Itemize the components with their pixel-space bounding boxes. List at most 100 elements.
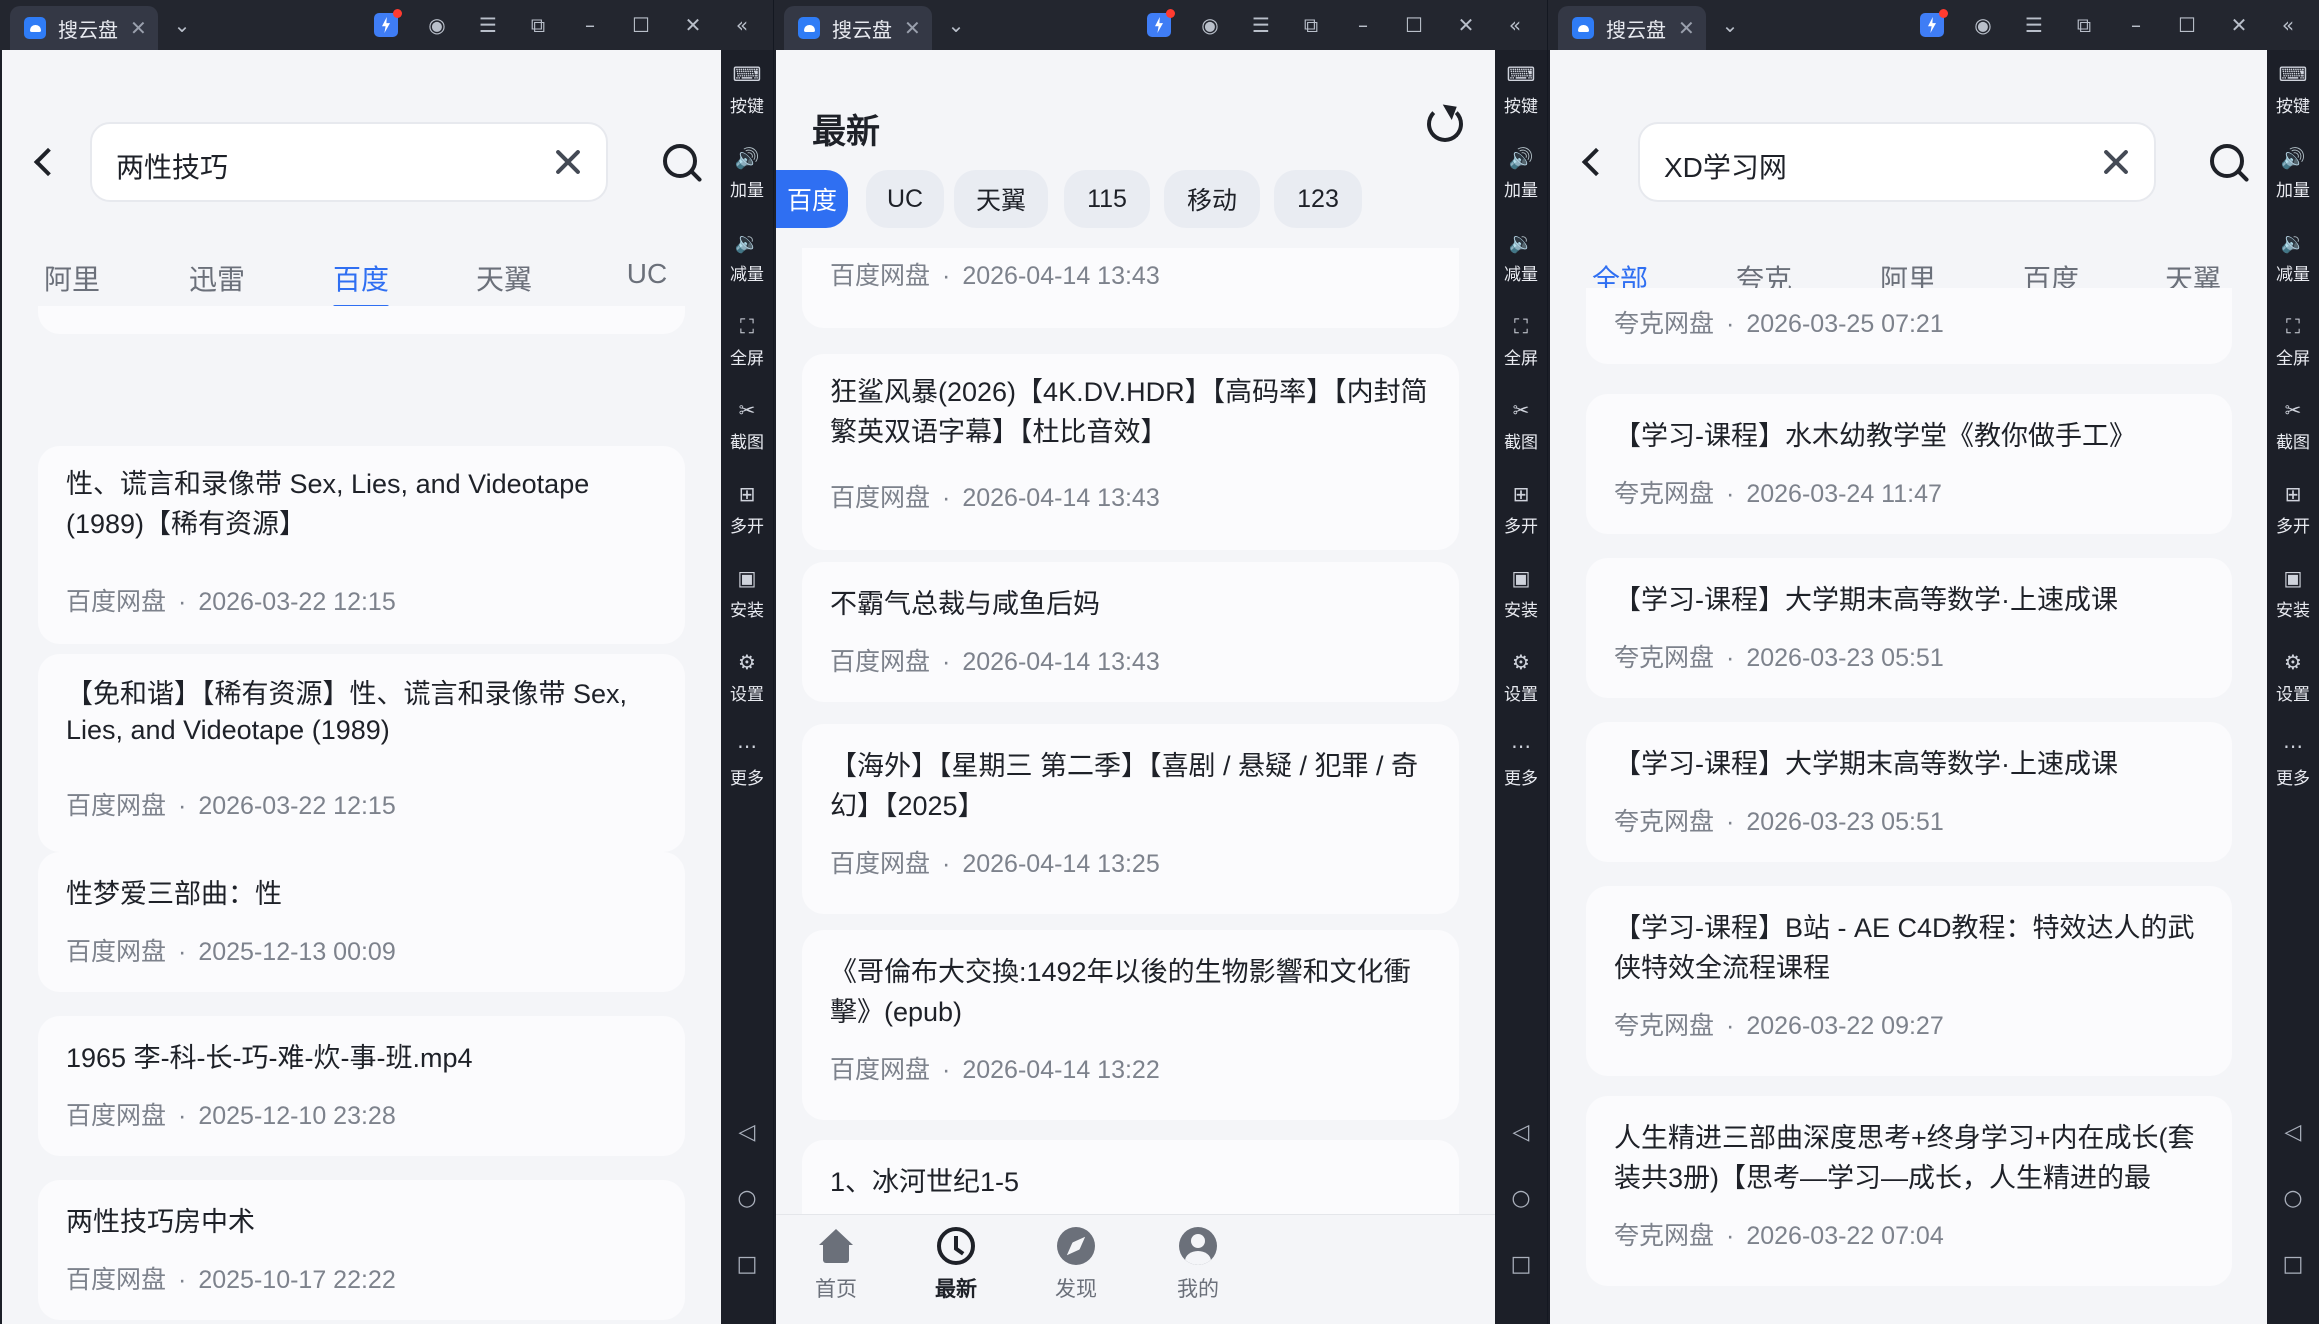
list-item[interactable]: 【学习-课程】B站 - AE C4D教程：特效达人的武侠特效全流程课程 夸克网盘… (1586, 886, 2232, 1076)
collapse-rail-icon[interactable]: « (1501, 11, 1529, 39)
app-tab[interactable]: 搜云盘 ✕ (784, 6, 932, 50)
float-window-icon[interactable]: ⧉ (524, 11, 552, 39)
rail-multi-open[interactable]: ⊞ 多开 (1495, 482, 1547, 537)
bolt-icon[interactable] (374, 9, 402, 37)
nav-back-icon[interactable]: ◁ (721, 1120, 773, 1145)
list-item[interactable]: 狂鲨风暴(2026)【4K.DV.HDR】【高码率】【内封简繁英双语字幕】【杜比… (802, 354, 1459, 550)
rail-install[interactable]: ▣ 安装 (1495, 566, 1547, 621)
nav-recents-icon[interactable]: □ (721, 1252, 773, 1277)
chip-baidu[interactable]: 百度 (776, 170, 848, 228)
tab-baidu[interactable]: 百度 (332, 258, 390, 309)
tab-close-icon[interactable]: ✕ (1678, 16, 1695, 40)
back-button[interactable] (1572, 142, 1612, 182)
refresh-icon[interactable] (1427, 106, 1463, 142)
menu-icon[interactable]: ☰ (1247, 11, 1275, 39)
list-item[interactable]: 夸克网盘 · 2026-03-25 07:21 (1586, 288, 2232, 364)
nav-back-icon[interactable]: ◁ (1495, 1120, 1547, 1145)
minimize-icon[interactable]: – (576, 11, 604, 39)
rail-keys[interactable]: ⌨ 按键 (721, 62, 773, 117)
bolt-icon[interactable] (1147, 9, 1175, 37)
rail-screenshot[interactable]: ✂ 截图 (1495, 398, 1547, 453)
nav-recents-icon[interactable]: □ (2267, 1252, 2319, 1277)
search-icon[interactable] (2206, 140, 2250, 184)
app-tab[interactable]: 搜云盘 ✕ (1558, 6, 1706, 50)
list-item[interactable]: 【学习-课程】大学期末高等数学·上速成课 夸克网盘 · 2026-03-23 05:… (1586, 558, 2232, 698)
list-item-partial[interactable] (38, 306, 685, 334)
app-tab[interactable]: 搜云盘 ✕ (10, 6, 158, 50)
rail-more[interactable]: ⋯ 更多 (2267, 734, 2319, 789)
rail-settings[interactable]: ⚙ 设置 (1495, 650, 1547, 705)
account-icon[interactable]: ◉ (1196, 11, 1224, 39)
chevron-down-icon[interactable]: ⌄ (942, 11, 970, 39)
chip-uc[interactable]: UC (866, 170, 944, 228)
maximize-icon[interactable]: ☐ (627, 11, 655, 39)
list-item[interactable]: 1965 李-科-长-巧-难-炊-事-班.mp4 百度网盘 · 2025-12-10… (38, 1016, 685, 1156)
account-icon[interactable]: ◉ (1969, 11, 1997, 39)
rail-multi-open[interactable]: ⊞ 多开 (721, 482, 773, 537)
nav-latest[interactable]: 最新 (896, 1227, 1016, 1303)
maximize-icon[interactable]: ☐ (1400, 11, 1428, 39)
search-icon[interactable] (659, 140, 703, 184)
minimize-icon[interactable]: – (1349, 11, 1377, 39)
rail-volume-down[interactable]: 🔉 减量 (721, 230, 773, 285)
rail-multi-open[interactable]: ⊞ 多开 (2267, 482, 2319, 537)
nav-home-icon[interactable]: ○ (1495, 1186, 1547, 1211)
nav-home-icon[interactable]: ○ (721, 1186, 773, 1211)
rail-volume-up[interactable]: 🔊 加量 (2267, 146, 2319, 201)
rail-keys[interactable]: ⌨ 按键 (1495, 62, 1547, 117)
rail-screenshot[interactable]: ✂ 截图 (2267, 398, 2319, 453)
rail-settings[interactable]: ⚙ 设置 (721, 650, 773, 705)
close-icon[interactable]: ✕ (2225, 11, 2253, 39)
rail-keys[interactable]: ⌨ 按键 (2267, 62, 2319, 117)
chip-115[interactable]: 115 (1064, 170, 1150, 228)
list-item[interactable]: 人生精进三部曲深度思考+终身学习+内在成长(套装共3册)【思考—学习—成长，人生… (1586, 1096, 2232, 1286)
collapse-rail-icon[interactable]: « (728, 11, 756, 39)
minimize-icon[interactable]: – (2122, 11, 2150, 39)
search-input[interactable]: 两性技巧 (90, 122, 608, 202)
float-window-icon[interactable]: ⧉ (2070, 11, 2098, 39)
list-item[interactable]: 性梦爱三部曲：性 百度网盘 · 2025-12-13 00:09 (38, 852, 685, 992)
chip-mobile[interactable]: 移动 (1164, 170, 1260, 228)
list-item[interactable]: 两性技巧房中术 百度网盘 · 2025-10-17 22:22 (38, 1180, 685, 1320)
list-item[interactable]: 性、谎言和录像带 Sex, Lies, and Videotape (1989)… (38, 446, 685, 644)
close-icon[interactable]: ✕ (679, 11, 707, 39)
rail-volume-up[interactable]: 🔊 加量 (1495, 146, 1547, 201)
rail-settings[interactable]: ⚙ 设置 (2267, 650, 2319, 705)
tab-xunlei[interactable]: 迅雷 (189, 258, 245, 298)
clear-icon[interactable] (550, 144, 586, 180)
list-item[interactable]: 【免和谐】【稀有资源】性、谎言和录像带 Sex, Lies, and Video… (38, 654, 685, 852)
tab-tianyi[interactable]: 天翼 (476, 258, 532, 298)
bolt-icon[interactable] (1920, 9, 1948, 37)
search-input[interactable]: XD学习网 (1638, 122, 2156, 202)
chip-tianyi[interactable]: 天翼 (954, 170, 1048, 228)
list-item[interactable]: 《哥倫布大交換:1492年以後的生物影響和文化衝擊》(epub) 百度网盘 · 20… (802, 930, 1459, 1120)
nav-recents-icon[interactable]: □ (1495, 1252, 1547, 1277)
tab-close-icon[interactable]: ✕ (904, 16, 921, 40)
close-icon[interactable]: ✕ (1452, 11, 1480, 39)
account-icon[interactable]: ◉ (423, 11, 451, 39)
rail-fullscreen[interactable]: ⛶ 全屏 (1495, 314, 1547, 369)
list-item[interactable]: 百度网盘 · 2026-04-14 13:43 (802, 248, 1459, 328)
tab-uc[interactable]: UC (627, 258, 667, 290)
menu-icon[interactable]: ☰ (474, 11, 502, 39)
chevron-down-icon[interactable]: ⌄ (1716, 11, 1744, 39)
menu-icon[interactable]: ☰ (2020, 11, 2048, 39)
rail-install[interactable]: ▣ 安装 (721, 566, 773, 621)
rail-volume-up[interactable]: 🔊 加量 (721, 146, 773, 201)
float-window-icon[interactable]: ⧉ (1297, 11, 1325, 39)
nav-home[interactable]: 首页 (776, 1227, 896, 1303)
nav-me[interactable]: 我的 (1138, 1227, 1258, 1303)
list-item[interactable]: 不霸气总裁与咸鱼后妈 百度网盘 · 2026-04-14 13:43 (802, 562, 1459, 702)
rail-volume-down[interactable]: 🔉 减量 (1495, 230, 1547, 285)
nav-back-icon[interactable]: ◁ (2267, 1120, 2319, 1145)
nav-discover[interactable]: 发现 (1016, 1227, 1136, 1303)
list-item[interactable]: 【学习-课程】大学期末高等数学·上速成课 夸克网盘 · 2026-03-23 05:… (1586, 722, 2232, 862)
collapse-rail-icon[interactable]: « (2274, 11, 2302, 39)
tab-close-icon[interactable]: ✕ (130, 16, 147, 40)
clear-icon[interactable] (2098, 144, 2134, 180)
rail-volume-down[interactable]: 🔉 减量 (2267, 230, 2319, 285)
rail-screenshot[interactable]: ✂ 截图 (721, 398, 773, 453)
back-button[interactable] (24, 142, 64, 182)
rail-fullscreen[interactable]: ⛶ 全屏 (2267, 314, 2319, 369)
nav-home-icon[interactable]: ○ (2267, 1186, 2319, 1211)
